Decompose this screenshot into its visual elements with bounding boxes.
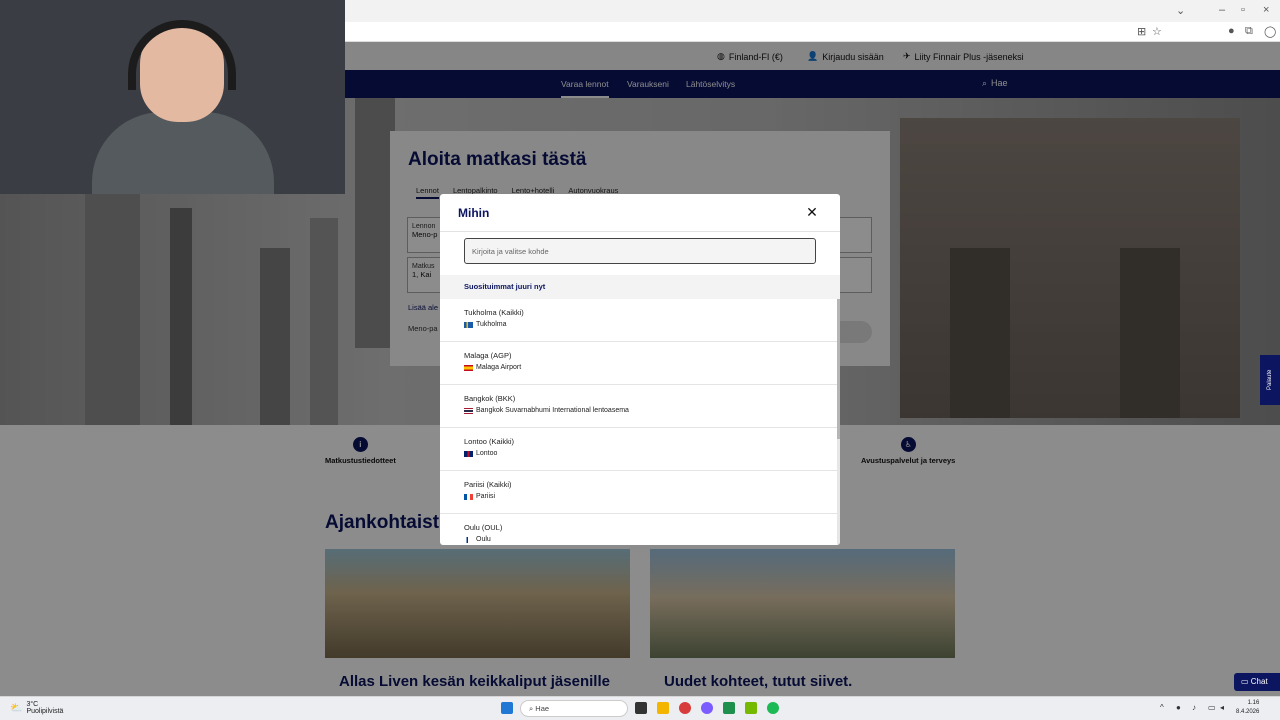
destination-name: Pariisi (Kaikki) xyxy=(464,480,512,489)
weather-temp: 3°C xyxy=(26,701,39,708)
windows-taskbar: ⛅ 3°C Puolipilvistä ⌕ Hae ^ ● ♪ ▭ ◂ 1.16… xyxy=(0,696,1280,720)
destination-scrollbar[interactable] xyxy=(837,299,840,545)
chat-icon: ▭ xyxy=(1241,677,1251,686)
destination-name: Oulu (OUL) xyxy=(464,523,503,532)
weather-widget[interactable]: ⛅ 3°C Puolipilvistä xyxy=(10,701,63,715)
terminal-icon[interactable] xyxy=(723,702,735,714)
spain-flag-icon xyxy=(464,364,473,371)
feedback-tab[interactable]: Palaute xyxy=(1260,355,1280,405)
destination-airport: Lontoo xyxy=(476,450,498,457)
volume-icon[interactable]: ◂ xyxy=(1220,703,1224,712)
tab-list-button[interactable]: ⌄ xyxy=(1176,4,1185,17)
scroll-thumb[interactable] xyxy=(837,299,840,439)
destination-name: Bangkok (BKK) xyxy=(464,394,516,403)
france-flag-icon xyxy=(464,493,473,500)
system-clock[interactable]: 1.16 8.4.2026 xyxy=(1236,699,1259,717)
modal-title: Mihin xyxy=(458,206,490,220)
destination-option[interactable]: Tukholma (Kaikki) Tukholma xyxy=(440,299,838,342)
app-icon[interactable] xyxy=(701,702,713,714)
chat-label: Chat xyxy=(1250,677,1268,686)
clock-date: 8.4.2026 xyxy=(1236,709,1260,715)
cloud-sun-icon: ⛅ xyxy=(10,702,23,714)
destination-airport: Pariisi xyxy=(476,493,496,500)
browser-icon[interactable] xyxy=(679,702,691,714)
person-body xyxy=(92,112,274,194)
start-icon[interactable] xyxy=(501,702,513,714)
tray-app-icon[interactable]: ● xyxy=(1176,703,1181,712)
chat-button[interactable]: ▭ Chat xyxy=(1234,673,1280,691)
destination-airport: Bangkok Suvarnabhumi International lento… xyxy=(476,407,629,414)
clock-time: 1.16 xyxy=(1247,700,1260,706)
destination-name: Lontoo (Kaikki) xyxy=(464,437,515,446)
webcam-feed xyxy=(0,0,345,194)
destination-name: Tukholma (Kaikki) xyxy=(464,308,524,317)
destination-option[interactable]: Oulu (OUL) Oulu xyxy=(440,514,838,545)
network-icon[interactable]: ▭ xyxy=(1208,703,1216,712)
tray-mic-icon[interactable]: ♪ xyxy=(1192,703,1196,712)
bookmark-star-icon[interactable]: ☆ xyxy=(1152,25,1162,38)
close-icon[interactable]: ✕ xyxy=(805,205,819,219)
destination-modal: Mihin ✕ Suosituimmat juuri nyt Tukholma … xyxy=(440,194,840,545)
finland-flag-icon xyxy=(464,536,473,543)
modal-divider xyxy=(440,231,840,232)
extension-icon[interactable]: ● xyxy=(1228,25,1235,37)
destination-option[interactable]: Pariisi (Kaikki) Pariisi xyxy=(440,471,838,514)
close-window-button[interactable]: × xyxy=(1263,4,1269,16)
weather-desc: Puolipilvistä xyxy=(26,708,64,715)
destination-option[interactable]: Bangkok (BKK) Bangkok Suvarnabhumi Inter… xyxy=(440,385,838,428)
destination-name: Malaga (AGP) xyxy=(464,351,512,360)
taskbar-search-label: Hae xyxy=(535,704,550,713)
sweden-flag-icon xyxy=(464,321,473,328)
popular-header: Suosituimmat juuri nyt xyxy=(440,275,840,299)
taskbar-search[interactable]: ⌕ Hae xyxy=(520,700,628,717)
nvidia-icon[interactable] xyxy=(745,702,757,714)
thailand-flag-icon xyxy=(464,407,473,414)
destination-airport: Tukholma xyxy=(476,321,507,328)
task-view-icon[interactable] xyxy=(635,702,647,714)
destination-search-input[interactable] xyxy=(464,238,816,264)
extensions-puzzle-icon[interactable]: ⧉ xyxy=(1245,25,1253,38)
destination-option[interactable]: Malaga (AGP) Malaga Airport xyxy=(440,342,838,385)
destination-option[interactable]: Lontoo (Kaikki) Lontoo xyxy=(440,428,838,471)
install-app-icon[interactable]: ⊞ xyxy=(1137,25,1146,38)
headphones xyxy=(128,20,236,90)
file-explorer-icon[interactable] xyxy=(657,702,669,714)
profile-icon[interactable]: ◯ xyxy=(1264,25,1276,38)
spotify-icon[interactable] xyxy=(767,702,779,714)
uk-flag-icon xyxy=(464,450,473,457)
minimize-button[interactable]: – xyxy=(1219,4,1225,16)
destination-airport: Oulu xyxy=(476,536,491,543)
destination-airport: Malaga Airport xyxy=(476,364,522,371)
maximize-button[interactable]: ▫ xyxy=(1241,4,1245,16)
destination-list: Tukholma (Kaikki) Tukholma Malaga (AGP) … xyxy=(440,299,838,545)
tray-chevron-icon[interactable]: ^ xyxy=(1160,703,1164,712)
